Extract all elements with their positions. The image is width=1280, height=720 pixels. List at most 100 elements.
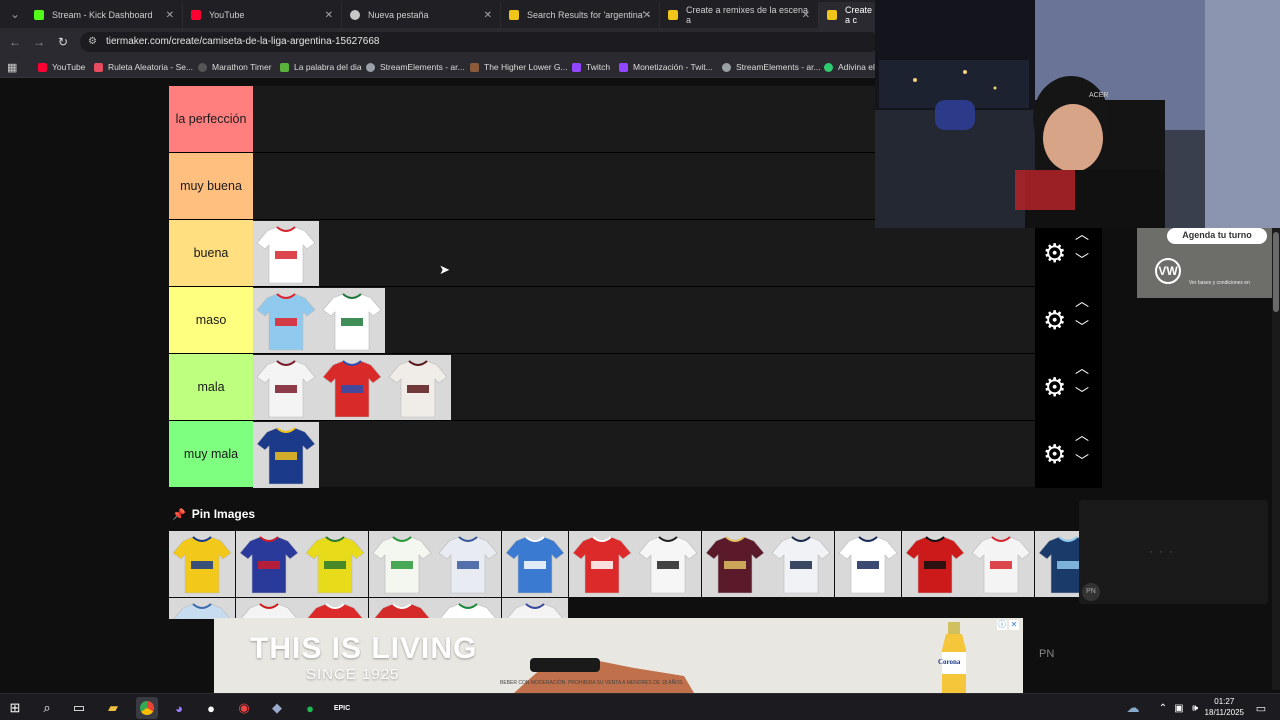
epic-games-icon[interactable]: EPIC [331,697,353,719]
task-view-icon[interactable]: ▭ [68,697,90,719]
gear-icon[interactable]: ⚙ [1043,441,1066,467]
discord-icon[interactable]: ◕ [168,697,190,719]
tab-kick-dashboard[interactable]: Stream - Kick Dashboard ✕ [26,2,183,28]
side-ad[interactable]: Agenda tu turno VW Ver bases y condicion… [1137,228,1272,298]
tab-create-active[interactable]: Create a c [819,2,879,28]
san-lorenzo-jersey[interactable] [235,531,302,597]
chevron-up-icon[interactable]: ︿ [1075,291,1089,311]
tab-youtube[interactable]: YouTube ✕ [183,2,342,28]
bookmark-higher-lower[interactable]: The Higher Lower G... [470,59,568,75]
tier-label[interactable]: buena [169,220,253,286]
forward-button[interactable]: → [28,31,50,53]
bookmark-streamelements-1[interactable]: StreamElements - ar... [366,59,465,75]
chevron-down-icon[interactable]: ﹀ [1075,384,1089,404]
platense-white-jersey[interactable] [385,355,451,421]
defensa-white-jersey[interactable] [368,531,435,597]
tier-dropzone[interactable] [253,287,1035,354]
gimnasia-stripe-jersey[interactable] [835,531,901,597]
union-red-jersey[interactable] [302,598,369,619]
bookmark-palabra-del-dia[interactable]: La palabra del dia [280,59,362,75]
chevron-down-icon[interactable]: ﹀ [1075,317,1089,337]
estudiantes-white-jersey[interactable] [635,531,702,597]
ad-info-icon[interactable]: ⓘ [997,620,1007,630]
ad-subtitle: SINCE 1925 [306,666,400,683]
huracan-red-jersey[interactable] [568,531,635,597]
close-icon[interactable]: ✕ [643,10,651,21]
tab-create-remixes[interactable]: Create a remixes de la escena a ✕ [660,2,819,28]
apps-icon[interactable]: ▦ [7,59,17,75]
tab-new-tab[interactable]: Nueva pestaña ✕ [342,2,501,28]
spotify-icon[interactable]: ● [299,697,321,719]
independiente-white-jersey[interactable] [235,598,302,619]
weather-icon[interactable]: ☁ [1122,697,1144,719]
tab-search-button[interactable]: ⌄ [4,3,26,25]
bookmark-marathon-timer[interactable]: Marathon Timer [198,59,272,75]
chevron-down-icon[interactable]: ﹀ [1075,451,1089,471]
chrome-icon[interactable] [136,697,158,719]
notifications-icon[interactable]: ▭ [1250,697,1272,719]
url-field[interactable]: ⚙ tiermaker.com/create/camiseta-de-la-li… [80,32,880,52]
tier-label[interactable]: muy mala [169,421,253,487]
chevron-up-icon[interactable]: ︿ [1075,425,1089,445]
tab-search-results[interactable]: Search Results for 'argentina' - ✕ [501,2,660,28]
tier-label[interactable]: la perfección [169,86,253,152]
rosario-central-jersey[interactable] [169,531,235,597]
lanus-white-jersey[interactable] [253,355,319,421]
aldosivi-jersey[interactable] [435,598,502,619]
system-clock[interactable]: 01:27 18/11/2025 [1205,696,1244,718]
gear-icon[interactable]: ⚙ [1043,307,1066,333]
windows-start-icon[interactable]: ⊞ [4,697,26,719]
tier-dropzone[interactable] [253,354,1035,421]
bookmark-ruleta[interactable]: Ruleta Aleatoria - Se... [94,59,193,75]
github-icon[interactable]: ● [200,697,222,719]
volume-icon[interactable]: 🕪 [1184,697,1206,719]
chevron-down-icon[interactable]: ﹀ [1075,250,1089,270]
huracan-white-jersey[interactable] [253,221,319,287]
tier-dropzone[interactable] [253,220,1035,287]
newells-jersey[interactable] [901,531,968,597]
velez-white-jersey[interactable] [435,531,502,597]
banfield-white-green-jersey[interactable] [319,288,385,354]
scrollbar-thumb[interactable] [1273,232,1279,312]
tigre-jersey[interactable] [502,598,568,619]
godoy-cruz-jersey[interactable] [502,531,568,597]
gear-icon[interactable]: ⚙ [1043,240,1066,266]
bookmark-twitch[interactable]: Twitch [572,59,610,75]
argentinos-red-jersey[interactable] [368,598,435,619]
bookmark-streamelements-2[interactable]: StreamElements - ar... [722,59,821,75]
independiente-red-jersey[interactable] [319,355,385,421]
file-explorer-icon[interactable]: ▰ [102,697,124,719]
tier-label[interactable]: maso [169,287,253,353]
back-button[interactable]: ← [4,31,26,53]
argentinos-blue-white-jersey[interactable] [169,598,235,619]
bookmark-adivina[interactable]: Adivina el [824,59,875,75]
chevron-up-icon[interactable]: ︿ [1075,358,1089,378]
taskbar: ⊞ ⌕ ▭ ▰ ◕ ● ◉ ◆ ● EPIC ☁ ⌃ ▣ 🕪 01:27 18/… [0,693,1280,720]
river-light-blue-jersey[interactable] [253,288,319,354]
bookmark-monetizacion[interactable]: Monetización - Twit... [619,59,713,75]
close-icon[interactable]: ✕ [325,10,333,21]
loading-dots: ··· [1149,544,1179,558]
tier-dropzone[interactable] [253,421,1035,488]
lanus-maroon-jersey[interactable] [701,531,768,597]
corona-ad[interactable]: THIS IS LIVING SINCE 1925 BEBER CON MODE… [214,618,1023,693]
bookmark-youtube[interactable]: YouTube [38,59,85,75]
estudiantes-red-stripe-jersey[interactable] [968,531,1035,597]
tier-label[interactable]: muy buena [169,153,253,219]
boca-blue-gold-jersey[interactable] [253,422,319,488]
gear-icon[interactable]: ⚙ [1043,374,1066,400]
side-ad-button[interactable]: Agenda tu turno [1167,228,1267,244]
ad-close-icon[interactable]: ✕ [1009,620,1019,630]
gimnasia-white-jersey[interactable] [768,531,835,597]
reload-button[interactable]: ↻ [52,31,74,53]
close-icon[interactable]: ✕ [484,10,492,21]
tiermaker-icon [509,10,519,20]
close-icon[interactable]: ✕ [802,10,810,21]
steam-icon[interactable]: ◆ [266,697,288,719]
close-icon[interactable]: ✕ [166,10,174,21]
search-icon[interactable]: ⌕ [36,697,58,719]
tier-label[interactable]: mala [169,354,253,420]
defensa-yellow-jersey[interactable] [302,531,369,597]
obs-icon[interactable]: ◉ [233,697,255,719]
site-info-icon[interactable]: ⚙ [88,32,97,52]
